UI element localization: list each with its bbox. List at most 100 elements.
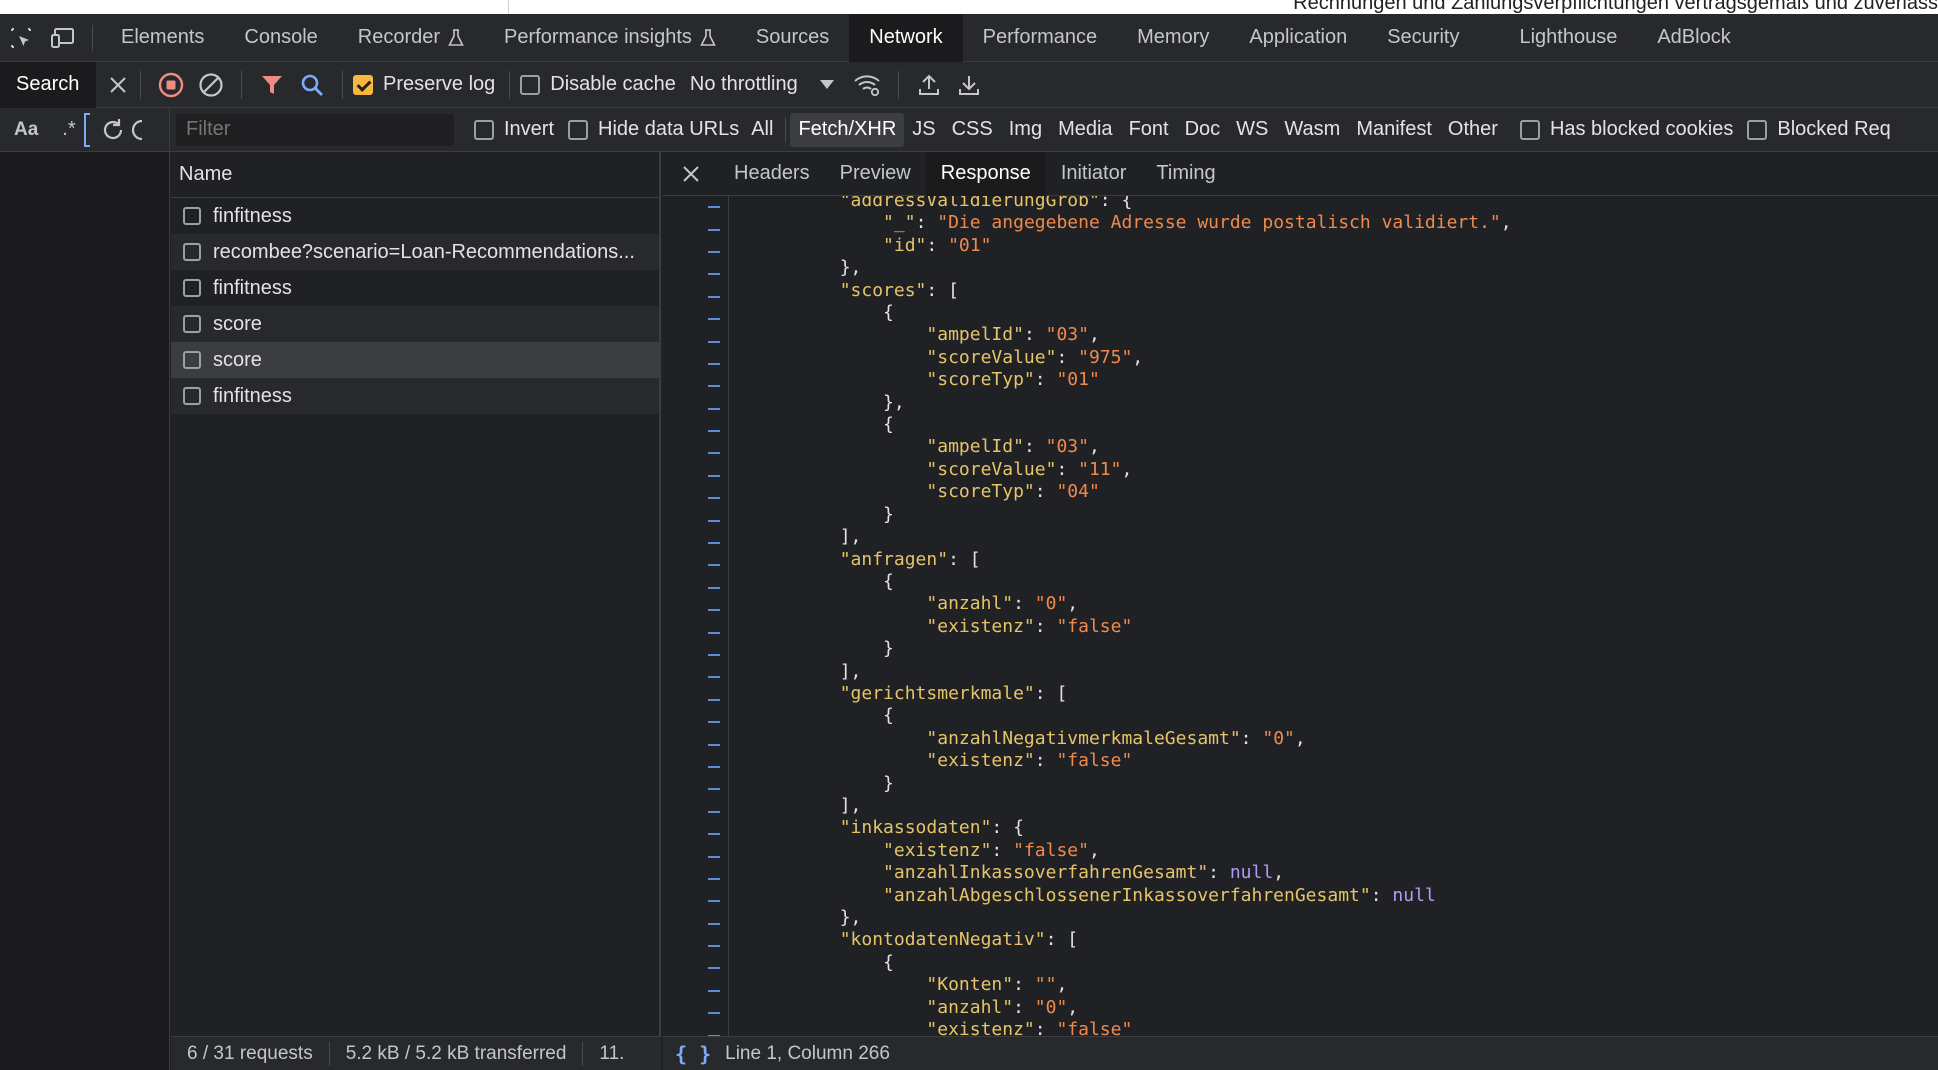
checkbox-unchecked[interactable] [1519, 119, 1540, 140]
name-column-header[interactable]: Name [171, 152, 659, 198]
row-checkbox[interactable] [183, 207, 201, 225]
tab-preview[interactable]: Preview [825, 152, 926, 196]
stop-recording-button[interactable] [151, 62, 191, 108]
tab-performance[interactable]: Performance [963, 14, 1118, 62]
filter-type-manifest[interactable]: Manifest [1348, 113, 1440, 147]
match-case-button[interactable]: Aa [14, 119, 38, 141]
tab-timing[interactable]: Timing [1141, 152, 1230, 196]
tab-network[interactable]: Network [849, 13, 963, 62]
filter-input[interactable] [176, 113, 454, 146]
tab-initiator[interactable]: Initiator [1046, 152, 1142, 196]
refresh-icon[interactable] [100, 117, 126, 143]
tab-security[interactable]: Security [1367, 14, 1479, 62]
toolbar-separator [241, 70, 242, 99]
code-token: "03" [1045, 436, 1089, 458]
table-row[interactable]: score [171, 306, 659, 342]
filter-type-all[interactable]: All [743, 113, 781, 147]
table-row[interactable]: finfitness [171, 198, 659, 234]
checkbox-unchecked[interactable] [1747, 119, 1768, 140]
row-checkbox[interactable] [183, 243, 201, 261]
search-button[interactable] [292, 62, 332, 108]
filter-type-font[interactable]: Font [1121, 113, 1177, 147]
search-drawer-tab[interactable]: Search [0, 61, 96, 108]
code-token: }, [753, 257, 862, 279]
filter-type-other[interactable]: Other [1440, 113, 1506, 147]
filter-toggle-button[interactable] [252, 62, 292, 108]
filter-type-css[interactable]: CSS [944, 113, 1001, 147]
device-toolbar-icon[interactable] [42, 14, 84, 62]
filter-type-doc[interactable]: Doc [1177, 113, 1229, 147]
checkbox-unchecked[interactable] [568, 119, 589, 140]
tab-adblock[interactable]: AdBlock [1637, 14, 1750, 62]
code-token: , [1088, 324, 1100, 346]
clear-button[interactable] [191, 62, 231, 108]
code-line: "_": "Die angegebene Adresse wurde posta… [753, 212, 1512, 234]
filter-type-fetch-xhr[interactable]: Fetch/XHR [790, 112, 905, 147]
filter-type-ws[interactable]: WS [1228, 113, 1276, 147]
tab-response[interactable]: Response [925, 151, 1046, 196]
code-token: "01" [948, 234, 992, 256]
inspect-element-icon[interactable] [0, 14, 42, 62]
regex-button[interactable]: .* [62, 118, 75, 141]
response-code[interactable]: "addressValidierungGrob" : { "_": "Die an… [753, 196, 1512, 1036]
import-har-button[interactable] [909, 62, 949, 108]
download-icon [958, 75, 979, 95]
table-row[interactable]: recombee?scenario=Loan-Recommendations..… [171, 234, 659, 270]
search-input-cursor[interactable] [83, 112, 90, 147]
code-line: }, [753, 392, 1512, 414]
tab-label: Elements [121, 26, 205, 48]
preserve-log-checkbox[interactable]: Preserve log [353, 73, 495, 96]
tab-recorder[interactable]: Recorder [338, 14, 484, 62]
devtools-tabbar: Elements Console Recorder Performance in… [0, 13, 1938, 62]
row-checkbox[interactable] [183, 279, 201, 297]
invert-checkbox[interactable]: Invert [474, 118, 554, 141]
response-body[interactable]: "addressValidierungGrob" : { "_": "Die an… [663, 196, 1938, 1036]
export-har-button[interactable] [949, 62, 989, 108]
code-line: }, [753, 907, 1512, 929]
checkbox-unchecked[interactable] [474, 119, 494, 140]
code-line: "inkassodaten": { [753, 817, 1512, 839]
clear-search-icon[interactable] [131, 117, 144, 143]
tab-console[interactable]: Console [224, 14, 337, 62]
gutter-marker [663, 801, 728, 823]
close-details-button[interactable] [663, 152, 719, 196]
tab-label: Sources [755, 26, 830, 48]
tab-elements[interactable]: Elements [101, 14, 224, 62]
code-token: "gerichtsmerkmale" [839, 682, 1035, 704]
code-token: "existenz" [883, 839, 992, 861]
gutter-marker [663, 241, 728, 263]
code-token: : { [991, 817, 1024, 839]
tab-memory[interactable]: Memory [1117, 14, 1229, 62]
code-token: "addressValidierungGrob" [839, 196, 1100, 211]
throttling-value: No throttling [689, 73, 798, 95]
tab-headers[interactable]: Headers [719, 152, 825, 196]
disable-cache-checkbox[interactable]: Disable cache [520, 73, 676, 96]
tab-lighthouse[interactable]: Lighthouse [1499, 14, 1637, 62]
network-conditions-button[interactable] [848, 62, 888, 108]
close-search-button[interactable] [96, 62, 140, 108]
filter-type-img[interactable]: Img [1001, 113, 1050, 147]
pretty-print-button[interactable]: { } [675, 1042, 711, 1066]
filter-type-wasm[interactable]: Wasm [1276, 113, 1348, 147]
code-token: null [1392, 884, 1436, 906]
row-checkbox[interactable] [183, 351, 201, 369]
row-checkbox[interactable] [183, 315, 201, 333]
has-blocked-cookies-checkbox[interactable]: Has blocked cookies [1519, 118, 1733, 141]
checkbox-unchecked[interactable] [520, 74, 541, 95]
blocked-requests-checkbox[interactable]: Blocked Req [1747, 118, 1891, 141]
filter-type-js[interactable]: JS [904, 113, 943, 147]
tab-performance-insights[interactable]: Performance insights [484, 14, 736, 62]
code-token: }, [753, 907, 862, 928]
table-row[interactable]: finfitness [171, 378, 659, 414]
tab-sources[interactable]: Sources [736, 14, 849, 62]
throttling-select[interactable]: No throttling [690, 73, 834, 96]
row-checkbox[interactable] [183, 387, 201, 405]
table-row[interactable]: finfitness [171, 270, 659, 306]
hide-data-urls-checkbox[interactable]: Hide data URLs [568, 118, 739, 141]
table-row-selected[interactable]: score [171, 342, 659, 378]
filter-type-media[interactable]: Media [1050, 113, 1120, 147]
checkbox-checked[interactable] [353, 74, 373, 95]
tab-application[interactable]: Application [1229, 14, 1367, 62]
